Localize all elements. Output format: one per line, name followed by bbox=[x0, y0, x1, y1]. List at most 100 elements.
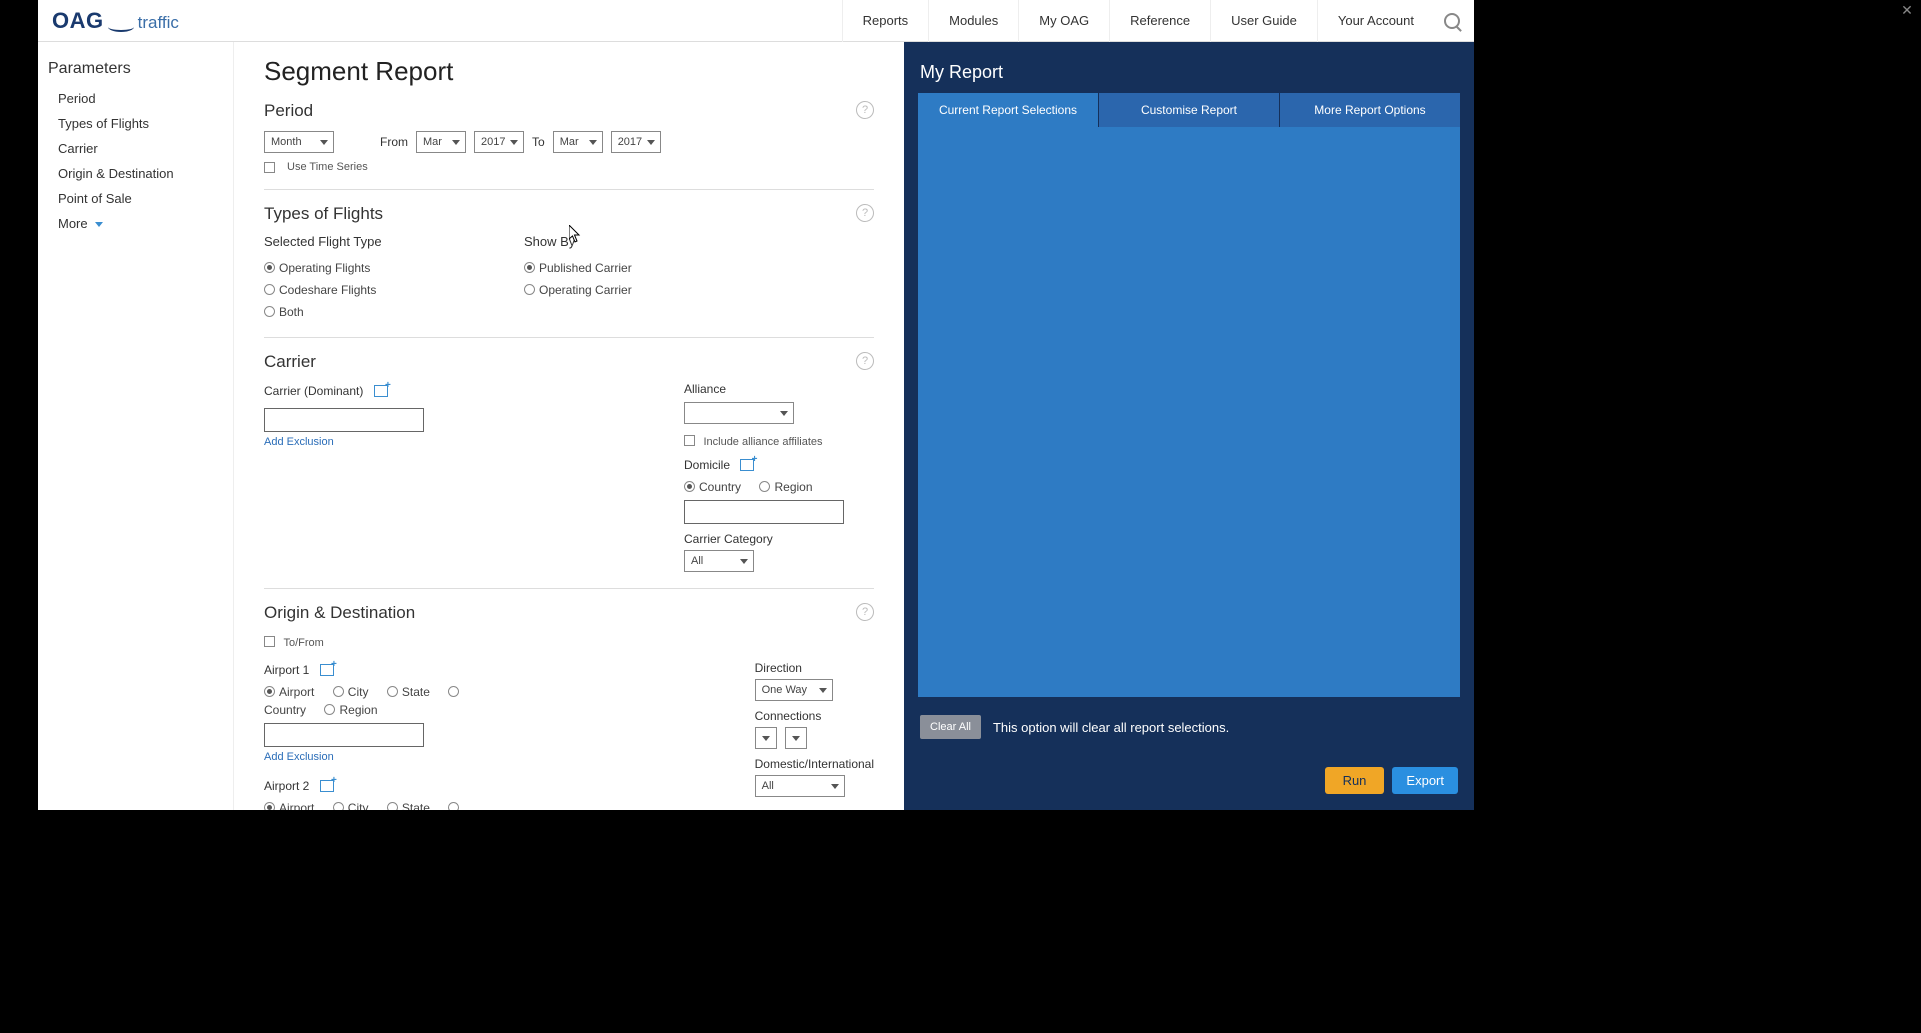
airport1-label: Airport 1 bbox=[264, 663, 309, 677]
a2-radio-state[interactable] bbox=[387, 802, 398, 810]
a1-radio-city[interactable] bbox=[333, 686, 344, 697]
domicile-label: Domicile bbox=[684, 458, 730, 472]
export-button[interactable]: Export bbox=[1392, 767, 1458, 794]
sidebar-more-label: More bbox=[58, 216, 88, 231]
connections-max-select[interactable] bbox=[785, 727, 807, 749]
nav-modules[interactable]: Modules bbox=[928, 0, 1018, 42]
radio-operating-carrier[interactable] bbox=[524, 284, 535, 295]
page-title: Segment Report bbox=[264, 56, 874, 87]
panel-title: My Report bbox=[920, 62, 1458, 83]
carrier-dominant-input[interactable] bbox=[264, 408, 424, 432]
brand-secondary: traffic bbox=[138, 13, 179, 33]
carrier-heading: Carrier bbox=[264, 352, 874, 372]
a1-radio-state[interactable] bbox=[387, 686, 398, 697]
sidebar-item-period[interactable]: Period bbox=[48, 86, 223, 111]
carrier-add-exclusion-link[interactable]: Add Exclusion bbox=[264, 436, 334, 448]
a2-radio-city[interactable] bbox=[333, 802, 344, 810]
from-month-select[interactable]: Mar bbox=[416, 131, 466, 153]
help-icon[interactable]: ? bbox=[856, 204, 874, 222]
flight-types-heading: Types of Flights bbox=[264, 204, 874, 224]
nav-reference[interactable]: Reference bbox=[1109, 0, 1210, 42]
time-series-checkbox[interactable] bbox=[264, 162, 275, 173]
from-label: From bbox=[380, 135, 408, 149]
affiliates-label: Include alliance affiliates bbox=[703, 436, 822, 448]
a1-radio-airport[interactable] bbox=[264, 686, 275, 697]
help-icon[interactable]: ? bbox=[856, 101, 874, 119]
add-carrier-icon[interactable] bbox=[374, 385, 388, 397]
alliance-select[interactable] bbox=[684, 402, 794, 424]
od-heading: Origin & Destination bbox=[264, 603, 874, 623]
parameters-sidebar: Parameters Period Types of Flights Carri… bbox=[38, 42, 234, 810]
tab-current-selections[interactable]: Current Report Selections bbox=[918, 93, 1098, 127]
time-series-label: Use Time Series bbox=[287, 161, 368, 173]
tofrom-checkbox[interactable] bbox=[264, 636, 275, 647]
connections-label: Connections bbox=[755, 709, 874, 723]
domintl-label: Domestic/International bbox=[755, 757, 874, 771]
affiliates-checkbox[interactable] bbox=[684, 435, 695, 446]
direction-select[interactable]: One Way bbox=[755, 679, 833, 701]
nav-reports[interactable]: Reports bbox=[842, 0, 929, 42]
tab-more-options[interactable]: More Report Options bbox=[1279, 93, 1460, 127]
sidebar-item-carrier[interactable]: Carrier bbox=[48, 136, 223, 161]
alliance-label: Alliance bbox=[684, 382, 844, 396]
tofrom-label: To/From bbox=[283, 637, 323, 649]
a2-radio-country[interactable] bbox=[448, 802, 459, 810]
main-form: Segment Report ? Period Month From Mar 2… bbox=[234, 42, 904, 810]
radio-published-carrier[interactable] bbox=[524, 262, 535, 273]
airport1-input[interactable] bbox=[264, 723, 424, 747]
panel-body bbox=[918, 127, 1460, 697]
radio-domicile-region[interactable] bbox=[759, 481, 770, 492]
section-flight-types: ? Types of Flights Selected Flight Type … bbox=[264, 204, 874, 338]
to-month-select[interactable]: Mar bbox=[553, 131, 603, 153]
airport2-scope-radios: Airport City State Country Region bbox=[264, 799, 495, 810]
brand-swoosh-icon bbox=[108, 22, 134, 32]
window-close-button[interactable]: ✕ bbox=[1893, 0, 1921, 20]
a1-radio-region[interactable] bbox=[324, 704, 335, 715]
tab-customise-report[interactable]: Customise Report bbox=[1098, 93, 1279, 127]
sidebar-more[interactable]: More bbox=[48, 211, 223, 236]
period-heading: Period bbox=[264, 101, 874, 121]
sidebar-item-pos[interactable]: Point of Sale bbox=[48, 186, 223, 211]
carrier-category-select[interactable]: All bbox=[684, 550, 754, 572]
run-button[interactable]: Run bbox=[1325, 767, 1385, 794]
help-icon[interactable]: ? bbox=[856, 603, 874, 621]
add-airport2-icon[interactable] bbox=[320, 780, 334, 792]
radio-operating-flights[interactable] bbox=[264, 262, 275, 273]
period-granularity-select[interactable]: Month bbox=[264, 131, 334, 153]
carrier-category-label: Carrier Category bbox=[684, 532, 844, 546]
radio-domicile-country[interactable] bbox=[684, 481, 695, 492]
sidebar-item-flight-types[interactable]: Types of Flights bbox=[48, 111, 223, 136]
radio-both-flights[interactable] bbox=[264, 306, 275, 317]
airport1-add-exclusion-link[interactable]: Add Exclusion bbox=[264, 751, 334, 763]
airport1-scope-radios: Airport City State Country Region bbox=[264, 683, 495, 719]
from-year-select[interactable]: 2017 bbox=[474, 131, 524, 153]
add-domicile-icon[interactable] bbox=[740, 459, 754, 471]
search-icon[interactable] bbox=[1444, 13, 1460, 29]
sidebar-title: Parameters bbox=[48, 60, 223, 78]
section-carrier: ? Carrier Carrier (Dominant) Add Exclusi… bbox=[264, 352, 874, 589]
radio-codeshare-flights[interactable] bbox=[264, 284, 275, 295]
domicile-input[interactable] bbox=[684, 500, 844, 524]
domintl-select[interactable]: All bbox=[755, 775, 845, 797]
a2-radio-airport[interactable] bbox=[264, 802, 275, 810]
brand-primary: OAG bbox=[52, 8, 104, 34]
to-year-select[interactable]: 2017 bbox=[611, 131, 661, 153]
nav-myoag[interactable]: My OAG bbox=[1018, 0, 1109, 42]
clear-all-button[interactable]: Clear All bbox=[920, 715, 981, 739]
sidebar-item-od[interactable]: Origin & Destination bbox=[48, 161, 223, 186]
direction-label: Direction bbox=[755, 661, 874, 675]
add-airport1-icon[interactable] bbox=[320, 664, 334, 676]
airport2-label: Airport 2 bbox=[264, 779, 309, 793]
nav-account[interactable]: Your Account bbox=[1317, 0, 1434, 42]
a1-radio-country[interactable] bbox=[448, 686, 459, 697]
show-by-label: Show By bbox=[524, 234, 724, 249]
section-period: ? Period Month From Mar 2017 To Mar 2017 bbox=[264, 101, 874, 190]
connections-min-select[interactable] bbox=[755, 727, 777, 749]
carrier-dominant-label: Carrier (Dominant) bbox=[264, 384, 363, 398]
clear-all-text: This option will clear all report select… bbox=[993, 720, 1229, 735]
brand-logo: OAG traffic bbox=[52, 8, 179, 34]
my-report-panel: My Report Current Report Selections Cust… bbox=[904, 42, 1474, 810]
help-icon[interactable]: ? bbox=[856, 352, 874, 370]
nav-userguide[interactable]: User Guide bbox=[1210, 0, 1317, 42]
to-label: To bbox=[532, 135, 545, 149]
